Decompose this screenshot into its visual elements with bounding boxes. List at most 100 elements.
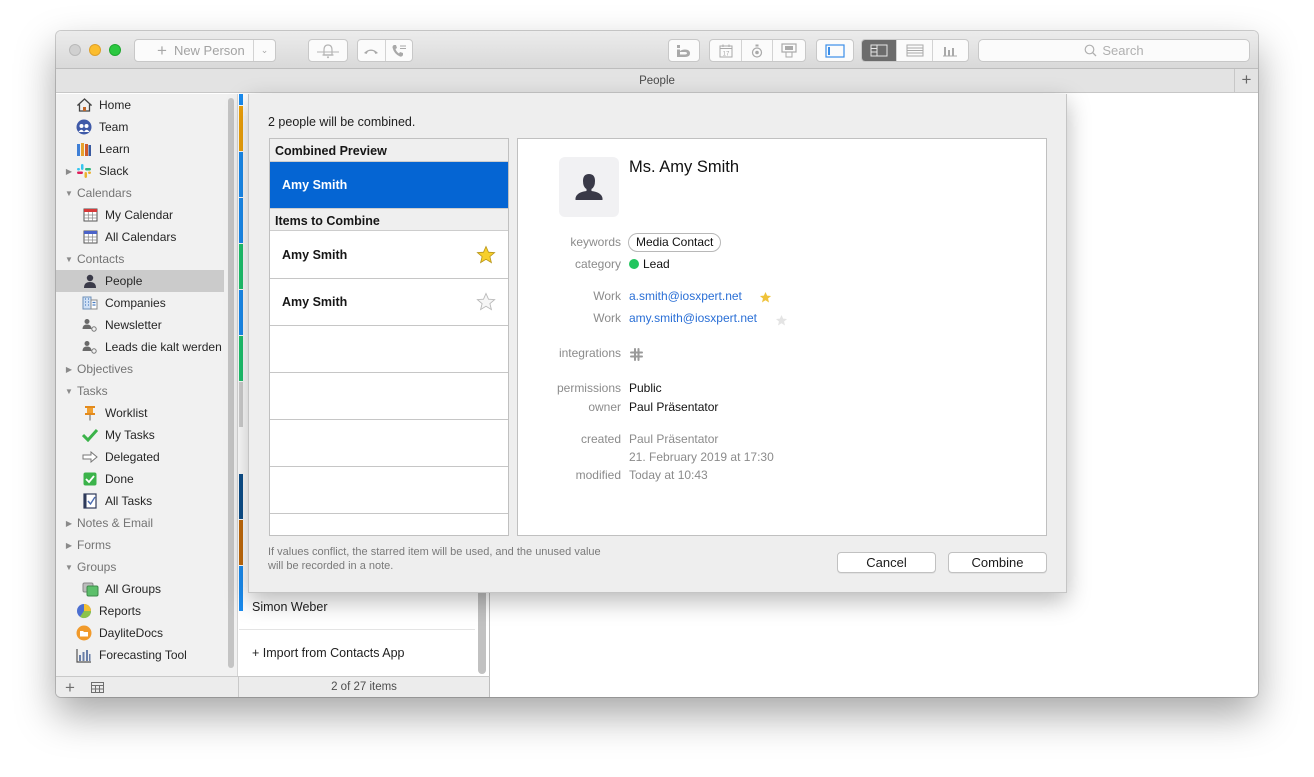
combine-items-list: Combined Preview Amy Smith Items to Comb… [269,138,509,536]
arrow-right-icon [81,449,99,465]
cancel-button[interactable]: Cancel [837,552,936,573]
sidebar-item-groups[interactable]: ▼ Groups [56,556,224,578]
books-icon [75,141,93,157]
empty-row [270,373,508,420]
sidebar-item-slack[interactable]: ▶ Slack [56,160,224,182]
calendar-button[interactable]: 17 [710,40,742,61]
sidebar-item-people[interactable]: People [56,270,224,292]
daylite-button[interactable] [668,39,700,62]
empty-row [270,514,508,535]
checkbox-icon [81,471,99,487]
sidebar-item-delegated[interactable]: Delegated [56,446,224,468]
combine-item-row[interactable]: Amy Smith [270,232,508,279]
team-icon [75,119,93,135]
notify-button[interactable] [308,39,348,62]
sidebar-item-reports[interactable]: Reports [56,600,224,622]
keyword-tag[interactable]: Media Contact [628,233,722,252]
combine-item-row[interactable]: Amy Smith [270,279,508,326]
window-minimize-button[interactable] [89,44,101,56]
combine-people-dialog: 2 people will be combined. Combined Prev… [248,94,1067,593]
email-label: Work [593,289,621,303]
sidebar-item-label: Learn [99,142,130,156]
sidebar-item-label: My Tasks [105,428,155,442]
checkmark-icon [81,427,99,443]
sidebar-item-learn[interactable]: Learn [56,138,224,160]
sidebar-item-my-tasks[interactable]: My Tasks [56,424,224,446]
disclosure-expanded-icon[interactable]: ▼ [63,189,75,198]
sidebar-item-objectives[interactable]: ▶ Objectives [56,358,224,380]
window-maximize-button[interactable] [109,44,121,56]
disclosure-expanded-icon[interactable]: ▼ [63,387,75,396]
timer-button[interactable] [742,40,773,61]
view-mode-chart[interactable] [933,40,968,61]
window-close-button[interactable] [69,44,81,56]
calendar-blue-icon [81,229,99,245]
items-to-combine-header: Items to Combine [270,208,508,231]
search-input[interactable]: Search [978,39,1250,62]
sidebar-item-label: Forecasting Tool [99,648,187,662]
call-log-button[interactable] [386,40,413,61]
empty-row [270,420,508,467]
email-link[interactable]: amy.smith@iosxpert.net [629,311,757,325]
sidebar-item-all-tasks[interactable]: All Tasks [56,490,224,512]
sidebar-item-contacts[interactable]: ▼ Contacts [56,248,224,270]
combine-item-name: Amy Smith [282,248,348,262]
import-contacts-link[interactable]: + Import from Contacts App [239,630,475,676]
view-mode-list[interactable] [897,40,933,61]
sidebar-item-worklist[interactable]: Worklist [56,402,224,424]
sidebar-item-newsletter[interactable]: Newsletter [56,314,224,336]
combined-preview-row[interactable]: Amy Smith [270,162,508,208]
window-title: People [639,75,675,87]
disclosure-collapsed-icon[interactable]: ▶ [63,541,75,550]
sidebar-item-companies[interactable]: Companies [56,292,224,314]
sidebar-item-done[interactable]: Done [56,468,224,490]
sidebar-item-label: Tasks [77,384,108,398]
calendar-icon: 17 [719,44,732,57]
sidebar-item-calendars[interactable]: ▼ Calendars [56,182,224,204]
sidebar-footer: + [56,676,239,697]
sidebar-item-team[interactable]: Team [56,116,224,138]
star-empty-icon[interactable] [476,292,496,312]
disclosure-expanded-icon[interactable]: ▼ [63,255,75,264]
list-item-color-strip [239,520,243,565]
sidebar-item-notes-email[interactable]: ▶ Notes & Email [56,512,224,534]
hang-up-button[interactable] [358,40,386,61]
sign-button[interactable] [773,40,805,61]
list-item-color-strip [239,336,243,381]
list-item-color-strip [239,382,243,427]
view-mode-detail[interactable] [862,40,898,61]
disclosure-expanded-icon[interactable]: ▼ [63,563,75,572]
email-link[interactable]: a.smith@iosxpert.net [629,289,742,303]
sidebar-item-leads-die-kalt-werden[interactable]: Leads die kalt werden [56,336,224,358]
sidebar-item-forecasting-tool[interactable]: Forecasting Tool [56,644,224,666]
disclosure-collapsed-icon[interactable]: ▶ [63,519,75,528]
chevron-down-icon[interactable]: ⌄ [253,40,275,61]
new-person-button[interactable]: + New Person ⌄ [134,39,276,62]
sidebar-item-home[interactable]: Home [56,94,224,116]
sidebar-item-tasks[interactable]: ▼ Tasks [56,380,224,402]
combine-button[interactable]: Combine [948,552,1047,573]
sidebar-item-label: Home [99,98,132,112]
sidebar-item-all-calendars[interactable]: All Calendars [56,226,224,248]
disclosure-collapsed-icon[interactable]: ▶ [63,167,75,176]
toolbar: + New Person ⌄ 17 Search [56,31,1258,69]
forecast-icon [75,647,93,663]
sidebar-item-all-groups[interactable]: All Groups [56,578,224,600]
sidebar-item-forms[interactable]: ▶ Forms [56,534,224,556]
sidebar-item-my-calendar[interactable]: My Calendar [56,204,224,226]
grid-icon[interactable] [90,681,104,693]
sidebar-item-label: My Calendar [105,208,174,222]
sidebar-item-daylitedocs[interactable]: DayliteDocs [56,622,224,644]
sidebar-toggle-button[interactable] [816,39,854,62]
sidebar-item-label: Contacts [77,252,125,266]
sidebar-scrollbar[interactable] [228,98,234,668]
disclosure-collapsed-icon[interactable]: ▶ [63,365,75,374]
star-filled-icon[interactable] [476,245,496,265]
empty-row [270,467,508,514]
add-icon[interactable]: + [65,679,75,696]
call-log-icon [392,44,406,57]
search-icon [1084,44,1097,57]
sidebar-item-label: Reports [99,604,142,618]
add-tab-button[interactable]: + [1234,69,1258,92]
calendar-red-icon [81,207,99,223]
